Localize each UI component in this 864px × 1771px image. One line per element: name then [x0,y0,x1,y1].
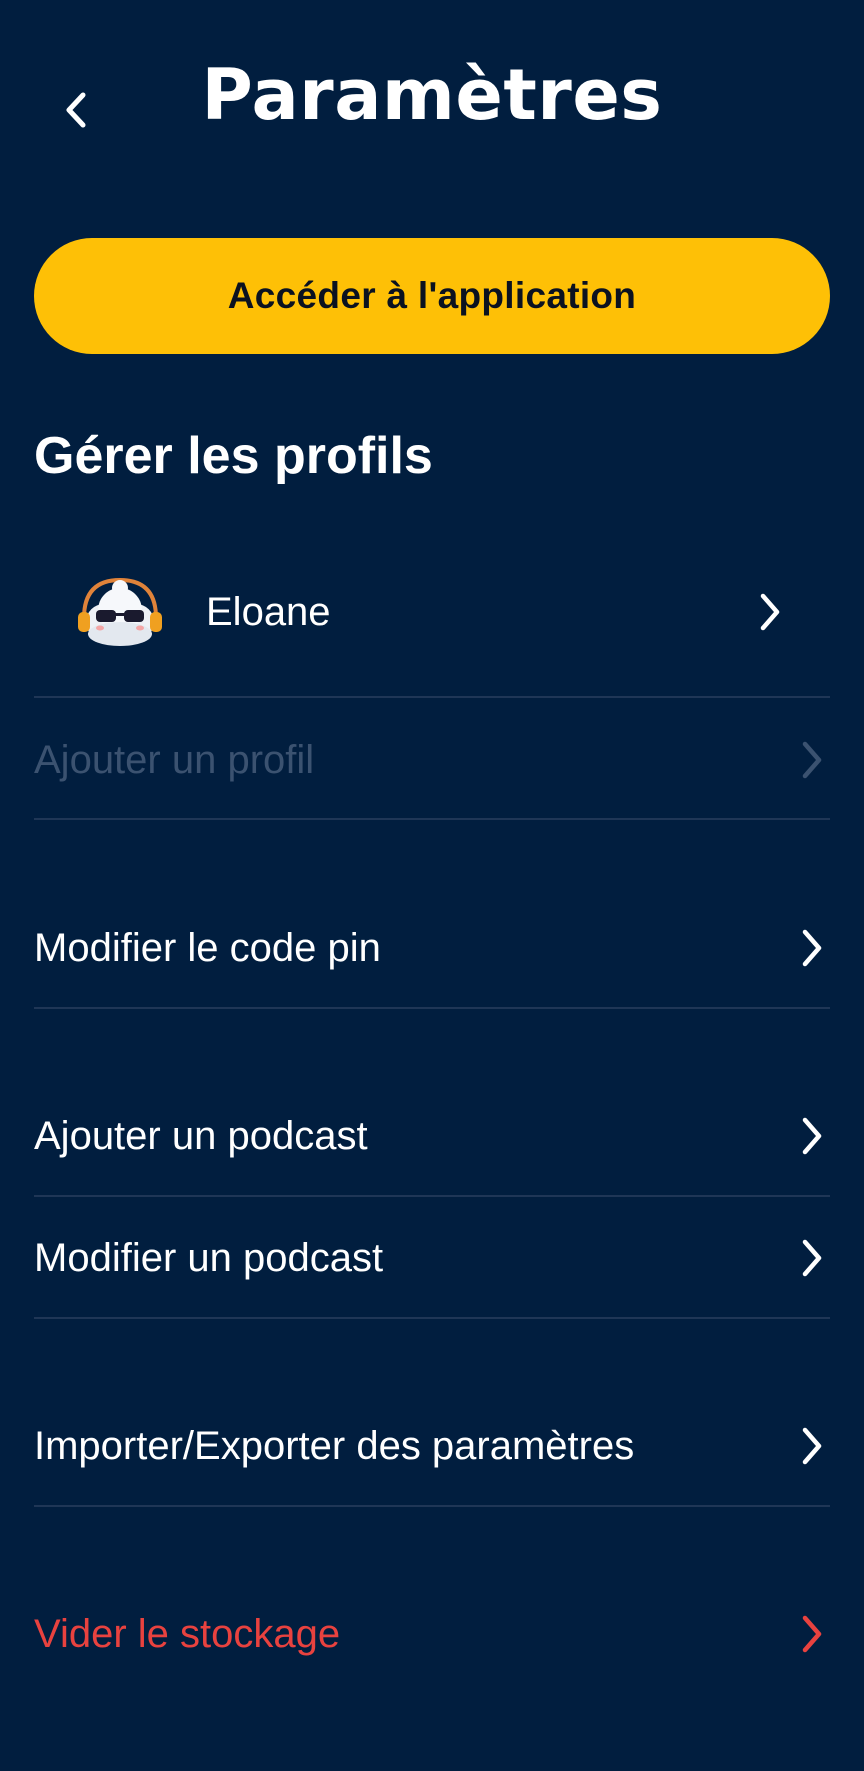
manage-profiles-title: Gérer les profils [34,427,433,485]
access-app-button-label: Accéder à l'application [227,275,637,316]
header: Paramètres [0,0,864,190]
add-profile-item[interactable]: Ajouter un profil [34,734,830,786]
cloud-dj-avatar [78,577,162,646]
clear-storage-label: Vider le stockage [34,1611,341,1656]
clear-storage-item[interactable]: Vider le stockage [34,1608,830,1660]
divider [34,1317,830,1319]
chevron-right-icon [802,1239,822,1277]
chevron-right-icon [802,1615,822,1653]
chevron-right-icon [802,741,822,779]
import-export-label: Importer/Exporter des paramètres [34,1423,635,1468]
chevron-right-icon [760,593,780,631]
import-export-item[interactable]: Importer/Exporter des paramètres [34,1420,830,1472]
chevron-right-icon [802,1117,822,1155]
access-app-button[interactable]: Accéder à l'application [34,238,830,354]
chevron-right-icon [802,1427,822,1465]
chevron-right-icon [802,929,822,967]
page-title: Paramètres [201,54,663,136]
change-pin-label: Modifier le code pin [34,925,381,970]
edit-podcast-label: Modifier un podcast [34,1235,384,1280]
add-profile-label: Ajouter un profil [34,737,315,782]
divider [34,1505,830,1507]
divider [34,1007,830,1009]
edit-podcast-item[interactable]: Modifier un podcast [34,1232,830,1284]
profile-name: Eloane [206,590,331,634]
add-podcast-item[interactable]: Ajouter un podcast [34,1110,830,1162]
add-podcast-label: Ajouter un podcast [34,1113,368,1158]
change-pin-item[interactable]: Modifier le code pin [34,922,830,974]
divider [34,818,830,820]
divider [34,696,830,698]
divider [34,1195,830,1197]
